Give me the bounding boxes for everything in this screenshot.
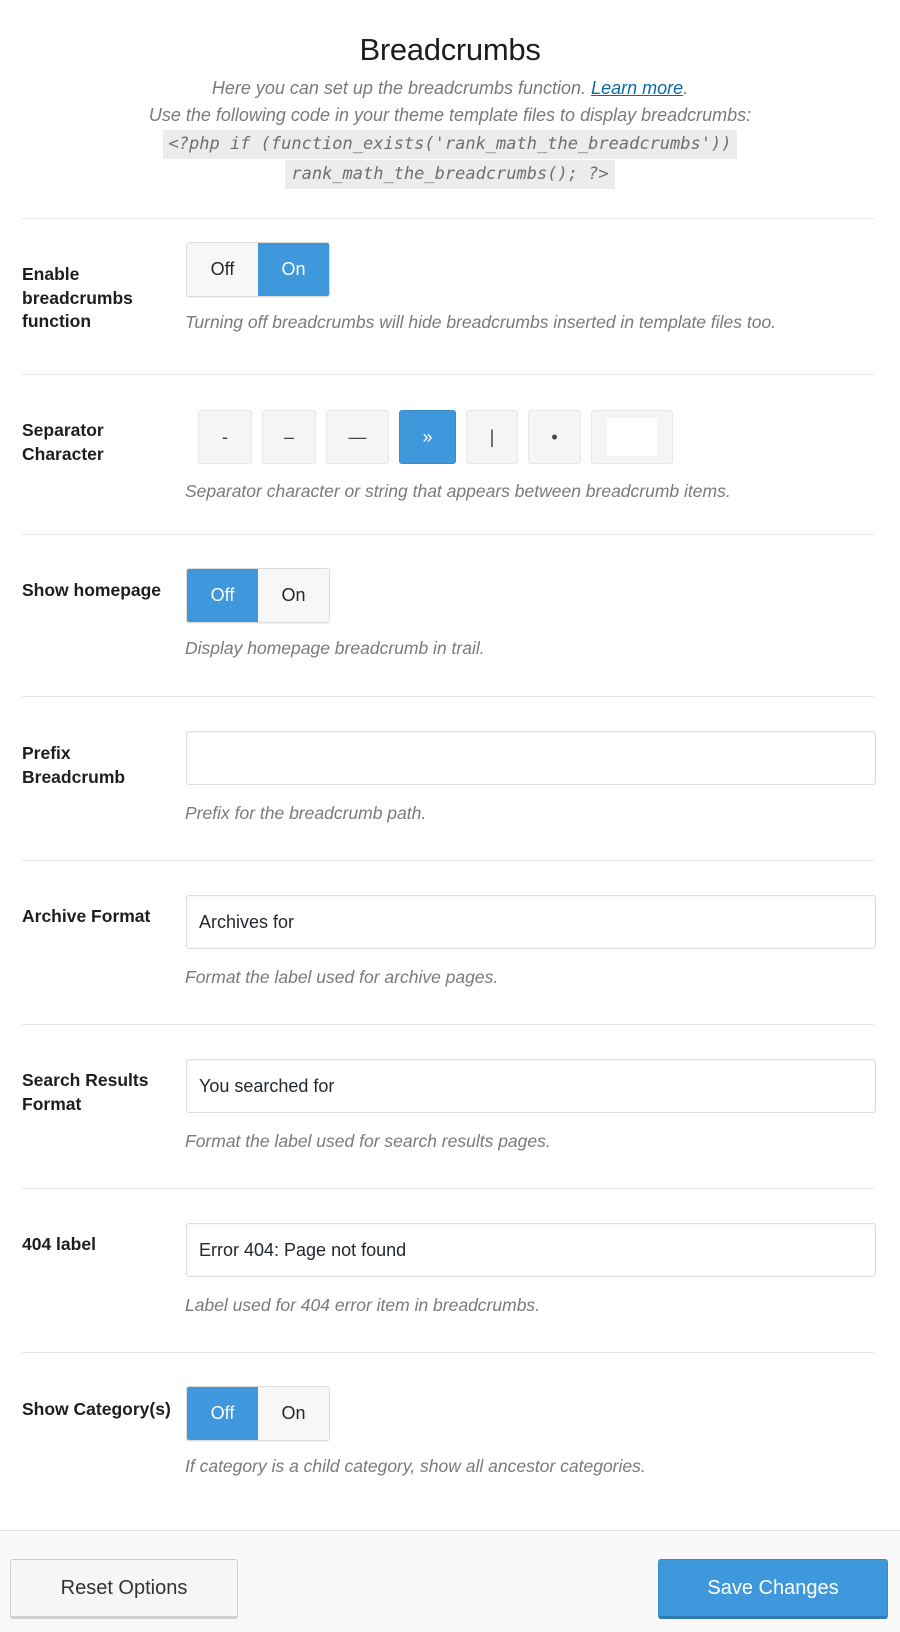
separator-options: - – — » | • (194, 410, 874, 464)
setting-label: Enable breadcrumbs function (22, 264, 133, 331)
setting-separator-character: Separator Character - – — » | • Separato… (22, 374, 874, 534)
separator-option-pipe[interactable]: | (466, 410, 518, 464)
description-text-2: Use the following code in your theme tem… (148, 105, 752, 125)
separator-option-hyphen[interactable]: - (198, 410, 252, 464)
page-description: Here you can set up the breadcrumbs func… (0, 75, 900, 189)
learn-more-link[interactable]: Learn more (591, 78, 683, 98)
separator-option-en-dash[interactable]: – (262, 410, 316, 464)
setting-enable-breadcrumbs: Enable breadcrumbs function Off On Turni… (22, 218, 874, 374)
show-homepage-toggle[interactable]: Off On (186, 568, 330, 623)
help-text: If category is a child category, show al… (185, 1456, 646, 1476)
page-title: Breadcrumbs (359, 32, 541, 67)
toggle-off-option[interactable]: Off (187, 243, 258, 296)
settings-list: Enable breadcrumbs function Off On Turni… (22, 218, 876, 1512)
help-text: Label used for 404 error item in breadcr… (185, 1295, 541, 1315)
search-results-format-input[interactable] (186, 1059, 876, 1113)
description-text: Here you can set up the breadcrumbs func… (211, 78, 592, 98)
footer-bar: Reset Options Save Changes (0, 1530, 900, 1632)
toggle-on-option[interactable]: On (258, 243, 329, 296)
separator-custom (591, 410, 673, 464)
toggle-on-option[interactable]: On (258, 1387, 329, 1440)
reset-options-button[interactable]: Reset Options (10, 1559, 238, 1619)
separator-option-em-dash[interactable]: — (326, 410, 389, 464)
setting-show-homepage: Show homepage Off On Display homepage br… (22, 534, 874, 696)
archive-format-input[interactable] (186, 895, 876, 949)
help-text: Prefix for the breadcrumb path. (185, 803, 427, 823)
help-text: Format the label used for search results… (185, 1131, 551, 1151)
separator-option-bullet[interactable]: • (528, 410, 581, 464)
setting-label: Archive Format (22, 906, 151, 926)
help-text: Separator character or string that appea… (185, 481, 731, 501)
setting-label: Separator Character (22, 420, 104, 464)
setting-label: Show Category(s) (22, 1399, 171, 1419)
separator-option-raquo[interactable]: » (399, 410, 456, 464)
save-changes-button[interactable]: Save Changes (658, 1559, 888, 1619)
code-snippet-line-1: <?php if (function_exists('rank_math_the… (162, 130, 738, 159)
setting-label: Search Results Format (22, 1070, 149, 1114)
toggle-on-option[interactable]: On (258, 569, 329, 622)
setting-show-categories: Show Category(s) Off On If category is a… (22, 1352, 874, 1512)
toggle-off-option[interactable]: Off (187, 569, 258, 622)
enable-breadcrumbs-toggle[interactable]: Off On (186, 242, 330, 297)
help-text: Display homepage breadcrumb in trail. (185, 638, 485, 658)
setting-label: Prefix Breadcrumb (22, 743, 126, 787)
setting-archive-format: Archive Format Format the label used for… (22, 860, 876, 1024)
toggle-off-option[interactable]: Off (187, 1387, 258, 1440)
code-snippet-line-2: rank_math_the_breadcrumbs(); ?> (285, 160, 615, 189)
404-label-input[interactable] (186, 1223, 876, 1277)
description-period: . (683, 78, 689, 98)
setting-label: 404 label (22, 1234, 96, 1254)
setting-search-results-format: Search Results Format Format the label u… (22, 1024, 876, 1188)
help-text: Format the label used for archive pages. (185, 967, 499, 987)
setting-prefix-breadcrumb: Prefix Breadcrumb Prefix for the breadcr… (22, 696, 876, 860)
page-header: Breadcrumbs Here you can set up the brea… (0, 0, 900, 189)
show-categories-toggle[interactable]: Off On (186, 1386, 330, 1441)
help-text: Turning off breadcrumbs will hide breadc… (185, 312, 777, 332)
setting-404-label: 404 label Label used for 404 error item … (22, 1188, 876, 1352)
setting-label: Show homepage (22, 580, 162, 600)
prefix-breadcrumb-input[interactable] (186, 731, 876, 785)
separator-custom-input[interactable] (607, 418, 657, 456)
